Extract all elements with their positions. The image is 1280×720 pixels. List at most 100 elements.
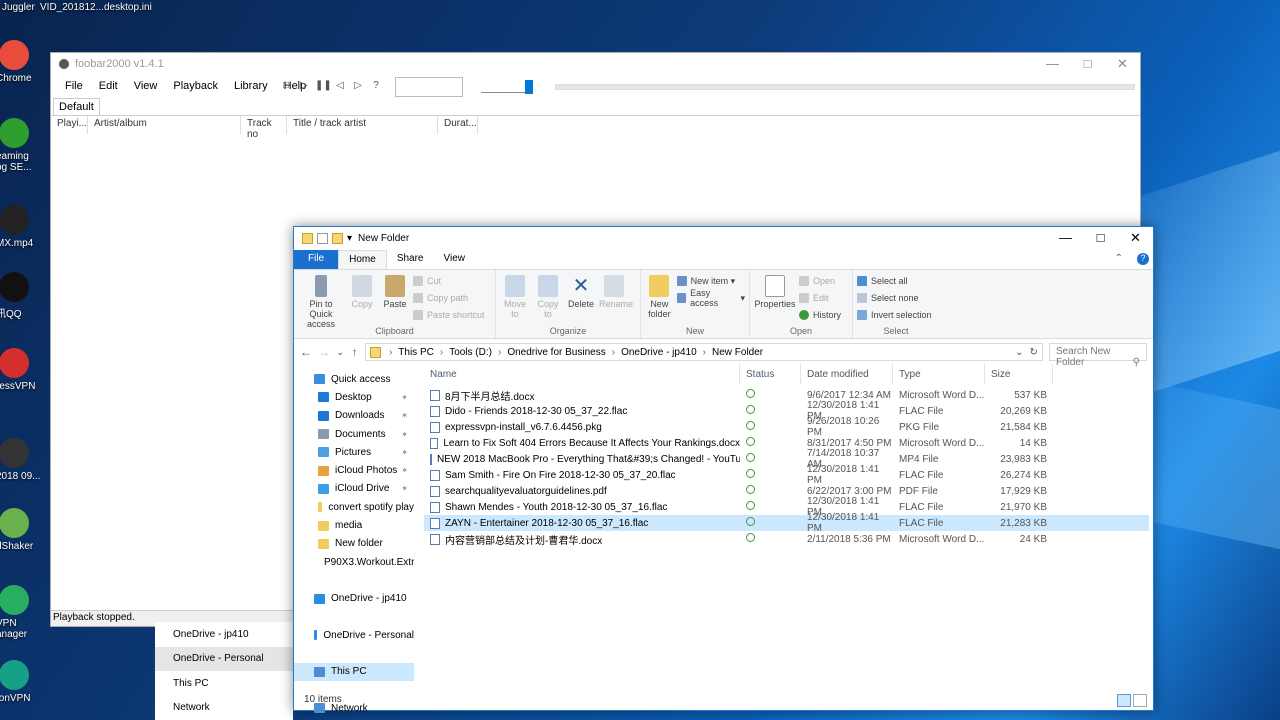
search-input[interactable]: Search New Folder ⚲ xyxy=(1048,343,1147,368)
playback-order-select[interactable] xyxy=(395,77,463,97)
bg-nav-network[interactable]: Network xyxy=(155,696,293,720)
column-duration[interactable]: Durat... xyxy=(438,116,478,134)
breadcrumb-onedrive-business[interactable]: Onedrive for Business xyxy=(507,347,605,358)
tab-home[interactable]: Home xyxy=(338,250,387,269)
column-track-no[interactable]: Track no xyxy=(241,116,287,140)
new-item-button[interactable]: New item ▾ xyxy=(676,274,745,288)
pin-icon[interactable]: ✶ xyxy=(401,448,408,457)
easy-access-button[interactable]: Easy access ▾ xyxy=(676,288,745,308)
play-icon[interactable]: ▷ xyxy=(297,80,311,91)
maximize-icon[interactable]: □ xyxy=(1070,53,1105,75)
column-date-modified[interactable]: Date modified xyxy=(801,364,893,384)
bg-nav-onedrive-jp410[interactable]: OneDrive - jp410 xyxy=(155,622,293,647)
explorer-window[interactable]: ▾ New Folder — □ ✕ File Home Share View … xyxy=(293,226,1154,714)
menu-edit[interactable]: Edit xyxy=(91,80,126,92)
open-button[interactable]: Open xyxy=(799,274,841,288)
maximize-icon[interactable]: □ xyxy=(1083,227,1118,249)
explorer-titlebar[interactable]: ▾ New Folder xyxy=(294,227,1153,250)
file-row[interactable]: 内容营销部总结及计划-曹君华.docx 2/11/2018 5:36 PM Micr… xyxy=(424,531,1149,547)
pin-icon[interactable]: ✶ xyxy=(401,484,408,493)
breadcrumb-this-pc[interactable]: This PC xyxy=(398,347,434,358)
menu-library[interactable]: Library xyxy=(226,80,276,92)
file-row[interactable]: NEW 2018 MacBook Pro - Everything That&#… xyxy=(424,448,1149,470)
new-folder-quick-icon[interactable] xyxy=(332,233,343,244)
nav-item-icloud-photos[interactable]: iCloud Photos ✶ xyxy=(294,461,414,479)
recent-locations-icon[interactable]: ⌄ xyxy=(336,347,344,358)
column-size[interactable]: Size xyxy=(985,364,1053,384)
nav-item-icloud-drive[interactable]: iCloud Drive ✶ xyxy=(294,480,414,498)
column-type[interactable]: Type xyxy=(893,364,985,384)
file-row[interactable]: searchqualityevaluatorguidelines.pdf 6/22… xyxy=(424,483,1149,499)
column-title[interactable]: Title / track artist xyxy=(287,116,438,134)
back-arrow-icon[interactable]: ← xyxy=(300,345,312,359)
refresh-icon[interactable]: ↻ xyxy=(1030,347,1038,358)
collapse-ribbon-icon[interactable]: ⌃ xyxy=(1105,250,1133,269)
nav-item-new-folder[interactable]: New folder xyxy=(294,535,414,553)
desktop-icon-6[interactable]: dShaker xyxy=(0,508,44,552)
address-dropdown-icon[interactable]: ⌄ xyxy=(1015,347,1023,358)
large-icons-view-icon[interactable] xyxy=(1133,694,1147,707)
desktop-icon-7[interactable]: VPN anager xyxy=(0,585,44,640)
pause-icon[interactable]: ❚❚ xyxy=(315,80,332,91)
breadcrumb[interactable]: › This PC › Tools (D:) › Onedrive for Bu… xyxy=(364,343,1043,361)
volume-slider-knob[interactable] xyxy=(525,80,533,94)
foobar-titlebar[interactable]: foobar2000 v1.4.1 xyxy=(51,53,1140,75)
tab-view[interactable]: View xyxy=(434,250,476,269)
file-row[interactable]: 8月下半月总结.docx 9/6/2017 12:34 AM Microsoft W… xyxy=(424,387,1149,403)
desktop-icon-3[interactable]: 讯QQ xyxy=(0,272,44,320)
properties-quick-icon[interactable] xyxy=(317,233,328,244)
column-status[interactable]: Status xyxy=(740,364,801,384)
nav-item-downloads[interactable]: Downloads ✶ xyxy=(294,407,414,425)
desktop-icon-8[interactable]: tonVPN xyxy=(0,660,44,704)
menu-view[interactable]: View xyxy=(126,80,166,92)
desktop-icon-0[interactable]: Chrome xyxy=(0,40,44,84)
breadcrumb-onedrive-jp410[interactable]: OneDrive - jp410 xyxy=(621,347,697,358)
column-playing[interactable]: Playi... xyxy=(51,116,88,134)
menu-file[interactable]: File xyxy=(57,80,91,92)
help-icon[interactable]: ? xyxy=(1137,253,1149,265)
select-none-button[interactable]: Select none xyxy=(857,291,932,305)
nav-item-pictures[interactable]: Pictures ✶ xyxy=(294,443,414,461)
select-all-button[interactable]: Select all xyxy=(857,274,932,288)
column-artist-album[interactable]: Artist/album xyxy=(88,116,241,134)
bg-nav-this-pc[interactable]: This PC xyxy=(155,671,293,696)
file-row[interactable]: expressvpn-install_v6.7.6.4456.pkg 9/26/2… xyxy=(424,416,1149,438)
file-row[interactable]: ZAYN - Entertainer 2018-12-30 05_37_16.f… xyxy=(424,512,1149,534)
nav-item-quick-access[interactable]: Quick access xyxy=(294,370,414,388)
paste-shortcut-button[interactable]: Paste shortcut xyxy=(413,308,485,322)
nav-item-desktop[interactable]: Desktop ✶ xyxy=(294,388,414,406)
nav-item-convert-spotify-play[interactable]: convert spotify play xyxy=(294,498,414,516)
minimize-icon[interactable]: — xyxy=(1035,53,1070,75)
minimize-icon[interactable]: — xyxy=(1048,227,1083,249)
pin-icon[interactable]: ✶ xyxy=(401,411,408,420)
cut-button[interactable]: Cut xyxy=(413,274,485,288)
details-view-icon[interactable] xyxy=(1117,694,1131,707)
file-row[interactable]: Sam Smith - Fire On Fire 2018-12-30 05_3… xyxy=(424,464,1149,486)
previous-icon[interactable]: ◁ xyxy=(333,80,347,91)
volume-slider[interactable] xyxy=(481,83,531,93)
close-icon[interactable]: ✕ xyxy=(1105,53,1140,75)
up-arrow-icon[interactable]: ↑ xyxy=(350,345,358,359)
close-icon[interactable]: ✕ xyxy=(1118,227,1153,249)
desktop-icon-4[interactable]: ressVPN xyxy=(0,348,44,392)
quick-access-dropdown-icon[interactable]: ▾ xyxy=(347,233,352,244)
file-row[interactable]: Shawn Mendes - Youth 2018-12-30 05_37_16… xyxy=(424,496,1149,518)
nav-item-documents[interactable]: Documents ✶ xyxy=(294,425,414,443)
invert-selection-button[interactable]: Invert selection xyxy=(857,308,932,322)
breadcrumb-tools-d[interactable]: Tools (D:) xyxy=(449,347,492,358)
menu-playback[interactable]: Playback xyxy=(165,80,226,92)
nav-item-onedrive-jp410[interactable]: OneDrive - jp410 xyxy=(294,590,414,608)
nav-item-onedrive-personal[interactable]: OneDrive - Personal xyxy=(294,626,414,644)
pin-icon[interactable]: ✶ xyxy=(401,466,408,475)
pin-icon[interactable]: ✶ xyxy=(401,393,408,402)
bg-nav-onedrive-personal[interactable]: OneDrive - Personal xyxy=(155,646,293,671)
file-row[interactable]: Dido - Friends 2018-12-30 05_37_22.flac 1… xyxy=(424,400,1149,422)
edit-button[interactable]: Edit xyxy=(799,291,841,305)
breadcrumb-new-folder[interactable]: New Folder xyxy=(712,347,763,358)
nav-item-this-pc[interactable]: This PC xyxy=(294,662,414,682)
desktop-icon-5[interactable]: 2018 09... xyxy=(0,438,44,482)
desktop-label-vid[interactable]: VID_201812... xyxy=(40,2,104,13)
desktop-icon-1[interactable]: eaming og SE... xyxy=(0,118,44,173)
desktop-label-desktop-ini[interactable]: desktop.ini xyxy=(104,2,152,13)
stop-icon[interactable]: □ xyxy=(279,80,293,91)
